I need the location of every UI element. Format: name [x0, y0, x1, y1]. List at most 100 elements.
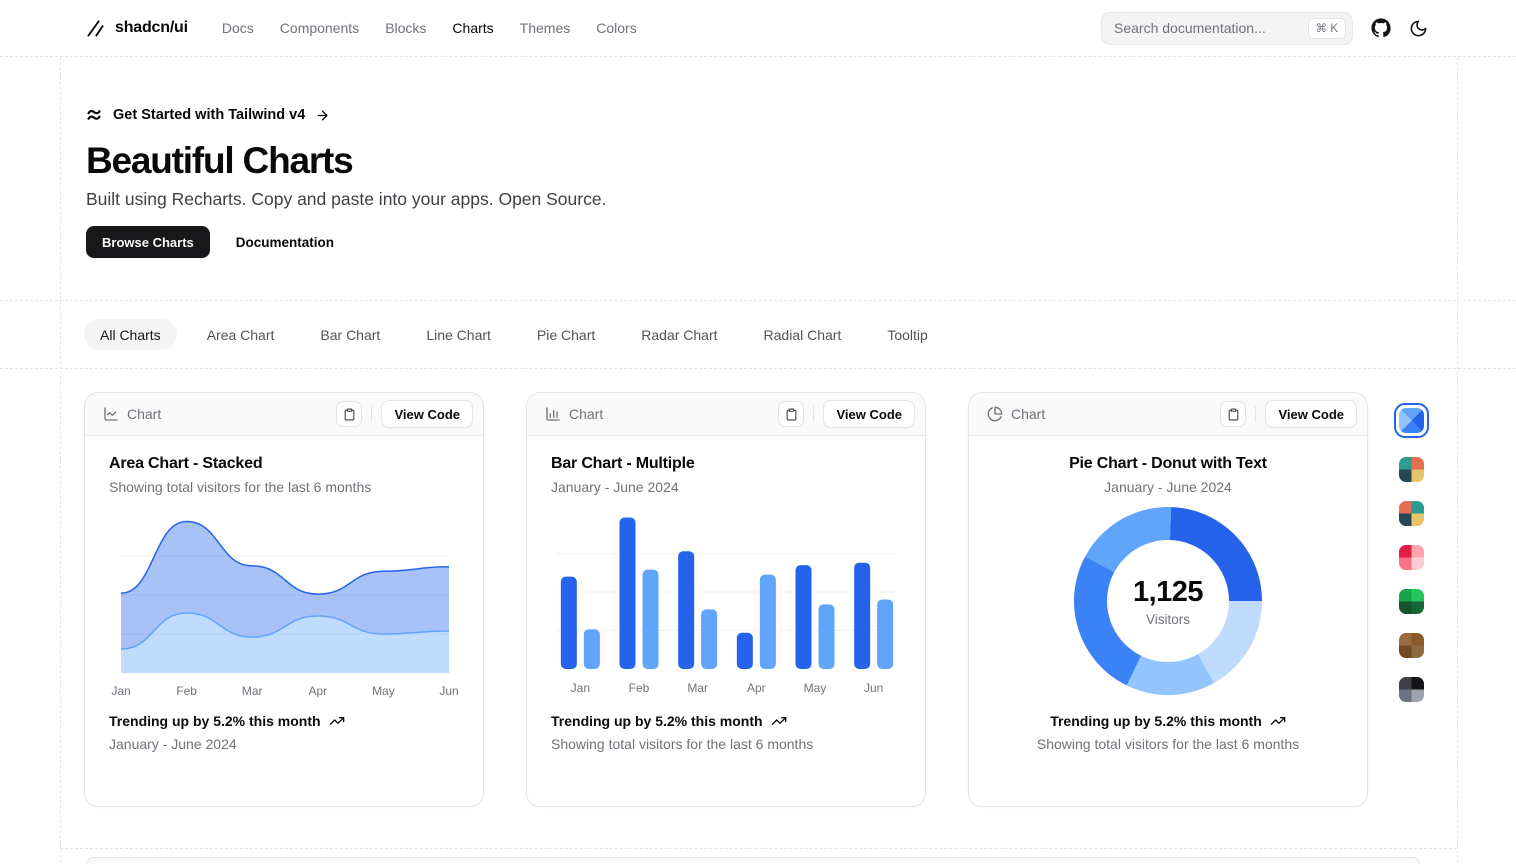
theme-swatch-palette-alt[interactable] — [1399, 501, 1424, 526]
brand-logo[interactable]: shadcn/ui — [86, 19, 188, 38]
footer-subtext: Showing total visitors for the last 6 mo… — [551, 736, 901, 752]
copy-code-button[interactable] — [778, 401, 804, 427]
x-axis-label: Jun — [439, 684, 458, 698]
theme-swatch-gray[interactable] — [1399, 677, 1424, 702]
top-nav: shadcn/ui Docs Components Blocks Charts Them… — [0, 0, 1516, 57]
x-axis-label: Feb — [176, 684, 197, 698]
view-code-button[interactable]: View Code — [823, 400, 915, 428]
nav-link-blocks[interactable]: Blocks — [385, 20, 426, 36]
chart-description: January - June 2024 — [551, 479, 901, 495]
nav-link-colors[interactable]: Colors — [596, 20, 636, 36]
card-header: Chart View Code — [969, 393, 1367, 436]
chart-description: Showing total visitors for the last 6 mo… — [109, 479, 459, 495]
shadcn-logo-icon — [86, 19, 105, 38]
x-axis-label: Apr — [308, 684, 327, 698]
nav-link-charts[interactable]: Charts — [452, 20, 493, 36]
arrow-right-icon — [315, 108, 330, 123]
divider — [813, 406, 814, 422]
search-box[interactable]: ⌘ K — [1101, 12, 1353, 45]
x-axis-label: Jun — [864, 681, 883, 695]
theme-swatch-green[interactable] — [1399, 589, 1424, 614]
search-input[interactable] — [1114, 20, 1274, 36]
view-code-button[interactable]: View Code — [381, 400, 473, 428]
tab-bar-chart[interactable]: Bar Chart — [304, 319, 396, 350]
x-axis-label: May — [372, 684, 395, 698]
page-title: Beautiful Charts — [86, 141, 1516, 180]
section-divider — [60, 848, 1457, 849]
trend-line: Trending up by 5.2% this month — [109, 713, 459, 729]
divider — [371, 406, 372, 422]
theme-swatch-rose[interactable] — [1399, 545, 1424, 570]
chart-type-tabs: All Charts Area Chart Bar Chart Line Chart P… — [0, 300, 1516, 369]
tab-tooltip[interactable]: Tooltip — [871, 319, 943, 350]
stacked-area-chart: Jan Feb Mar Apr May Jun — [109, 507, 459, 703]
brand-name: shadcn/ui — [115, 19, 188, 37]
x-axis-label: Jan — [571, 681, 590, 695]
view-code-button[interactable]: View Code — [1265, 400, 1357, 428]
card-header: Chart View Code — [85, 393, 483, 436]
chart-line-icon — [103, 406, 119, 422]
footer-subtext: Showing total visitors for the last 6 mo… — [993, 736, 1343, 752]
tailwind-v4-banner[interactable]: Get Started with Tailwind v4 — [86, 107, 330, 123]
tab-line-chart[interactable]: Line Chart — [410, 319, 507, 350]
theme-swatch-blue[interactable] — [1399, 408, 1424, 433]
nav-link-components[interactable]: Components — [280, 20, 359, 36]
browse-charts-button[interactable]: Browse Charts — [86, 226, 210, 258]
banner-text: Get Started with Tailwind v4 — [113, 107, 305, 123]
footer-subtext: January - June 2024 — [109, 736, 459, 752]
nav-link-themes[interactable]: Themes — [520, 20, 571, 36]
chart-cards-row: Chart View Code Area Chart - Stacked Sho… — [84, 392, 1516, 807]
tab-area-chart[interactable]: Area Chart — [191, 319, 291, 350]
x-axis-label: Feb — [629, 681, 650, 695]
nav-links: Docs Components Blocks Charts Themes Colors — [222, 20, 637, 36]
area-chart-card: Chart View Code Area Chart - Stacked Sho… — [84, 392, 484, 807]
tab-all-charts[interactable]: All Charts — [84, 319, 177, 350]
chart-title: Pie Chart - Donut with Text — [993, 455, 1343, 473]
card-header-label: Chart — [569, 406, 603, 422]
chart-title: Area Chart - Stacked — [109, 455, 459, 473]
donut-total-label: Visitors — [1146, 612, 1190, 627]
selected-theme-ring[interactable] — [1394, 403, 1429, 438]
donut-total-value: 1,125 — [1133, 576, 1203, 609]
tab-radial-chart[interactable]: Radial Chart — [748, 319, 858, 350]
trending-up-icon — [1270, 713, 1286, 729]
page-subtitle: Built using Recharts. Copy and paste int… — [86, 188, 1516, 210]
grouped-bar-chart: Jan Feb Mar Apr May Jun — [551, 507, 901, 703]
chart-column-icon — [545, 406, 561, 422]
card-header: Chart View Code — [527, 393, 925, 436]
x-axis-label: Mar — [687, 681, 708, 695]
github-icon[interactable] — [1371, 18, 1391, 38]
hero-section: Get Started with Tailwind v4 Beautiful C… — [0, 57, 1516, 300]
trend-line: Trending up by 5.2% this month — [993, 713, 1343, 729]
pie-chart-icon — [987, 406, 1003, 422]
dark-mode-moon-icon[interactable] — [1409, 19, 1428, 38]
x-axis-label: Jan — [111, 684, 130, 698]
search-shortcut-kbd: ⌘ K — [1308, 18, 1346, 39]
x-axis-label: Mar — [242, 684, 263, 698]
hero-actions: Browse Charts Documentation — [86, 226, 1516, 258]
tab-pie-chart[interactable]: Pie Chart — [521, 319, 611, 350]
tailwind-logo-icon — [86, 108, 103, 122]
chart-description: January - June 2024 — [993, 479, 1343, 495]
copy-code-button[interactable] — [336, 401, 362, 427]
card-header-label: Chart — [1011, 406, 1045, 422]
bar-chart-card: Chart View Code Bar Chart - Multiple Jan… — [526, 392, 926, 807]
documentation-button[interactable]: Documentation — [220, 226, 350, 258]
trend-line: Trending up by 5.2% this month — [551, 713, 901, 729]
copy-code-button[interactable] — [1220, 401, 1246, 427]
donut-center: 1,125 Visitors — [1107, 540, 1229, 662]
theme-swatch-default[interactable] — [1399, 457, 1424, 482]
divider — [1255, 406, 1256, 422]
trending-up-icon — [771, 713, 787, 729]
trending-up-icon — [329, 713, 345, 729]
tab-radar-chart[interactable]: Radar Chart — [625, 319, 733, 350]
x-axis-label: May — [804, 681, 827, 695]
theme-swatch-brown[interactable] — [1399, 633, 1424, 658]
donut-chart: 1,125 Visitors — [1074, 507, 1262, 695]
theme-picker — [1394, 403, 1429, 702]
nav-link-docs[interactable]: Docs — [222, 20, 254, 36]
pie-chart-card: Chart View Code Pie Chart - Donut with T… — [968, 392, 1368, 807]
x-axis-label: Apr — [747, 681, 766, 695]
chart-title: Bar Chart - Multiple — [551, 455, 901, 473]
card-header-label: Chart — [127, 406, 161, 422]
